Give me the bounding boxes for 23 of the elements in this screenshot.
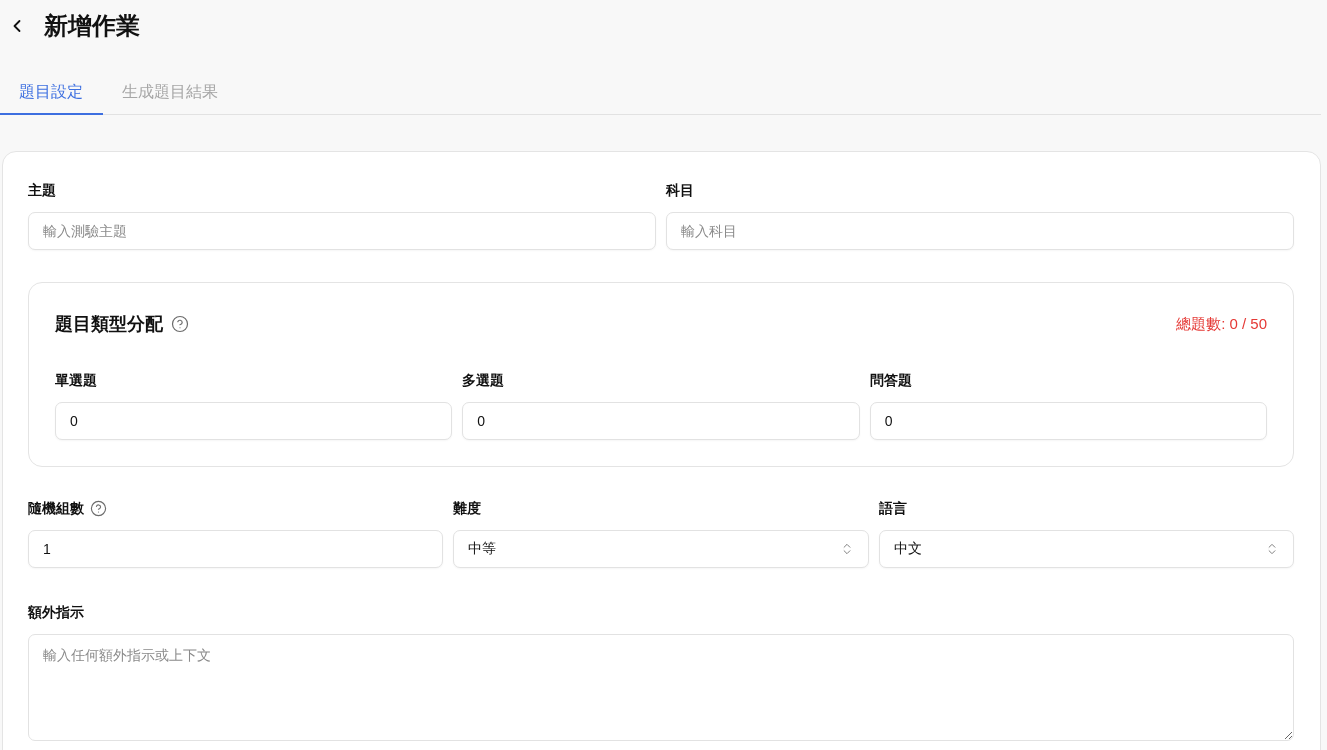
- chevron-up-down-icon: [1265, 542, 1279, 556]
- field-label: 單選題: [55, 371, 97, 390]
- total-count: 總題數: 0 / 50: [1176, 314, 1267, 334]
- section-title: 題目類型分配: [55, 313, 163, 336]
- number-input[interactable]: 0: [462, 402, 860, 440]
- field-label: 隨機組數: [28, 499, 84, 518]
- field-label: 語言: [878, 499, 907, 518]
- field-label: 額外指示: [28, 603, 84, 622]
- number-input[interactable]: 0: [869, 402, 1267, 440]
- field-label: 科目: [666, 181, 694, 200]
- input-field[interactable]: 輸入科目: [666, 212, 1294, 250]
- select-field[interactable]: 中文: [878, 530, 1294, 568]
- input-field[interactable]: 輸入測驗主題: [28, 212, 656, 250]
- field-label: 問答題: [869, 371, 912, 390]
- field-label: 多選題: [462, 371, 505, 390]
- tab[interactable]: 題目設定: [0, 70, 103, 115]
- number-input[interactable]: 0: [55, 402, 453, 440]
- select-field[interactable]: 中等: [453, 530, 869, 568]
- field-label: 主題: [28, 181, 56, 200]
- instructions-textarea[interactable]: 輸入任何額外指示或上下文: [28, 634, 1294, 741]
- number-input[interactable]: 1: [28, 530, 444, 568]
- page-title: 新增作業: [44, 11, 140, 41]
- field-label: 難度: [453, 499, 482, 518]
